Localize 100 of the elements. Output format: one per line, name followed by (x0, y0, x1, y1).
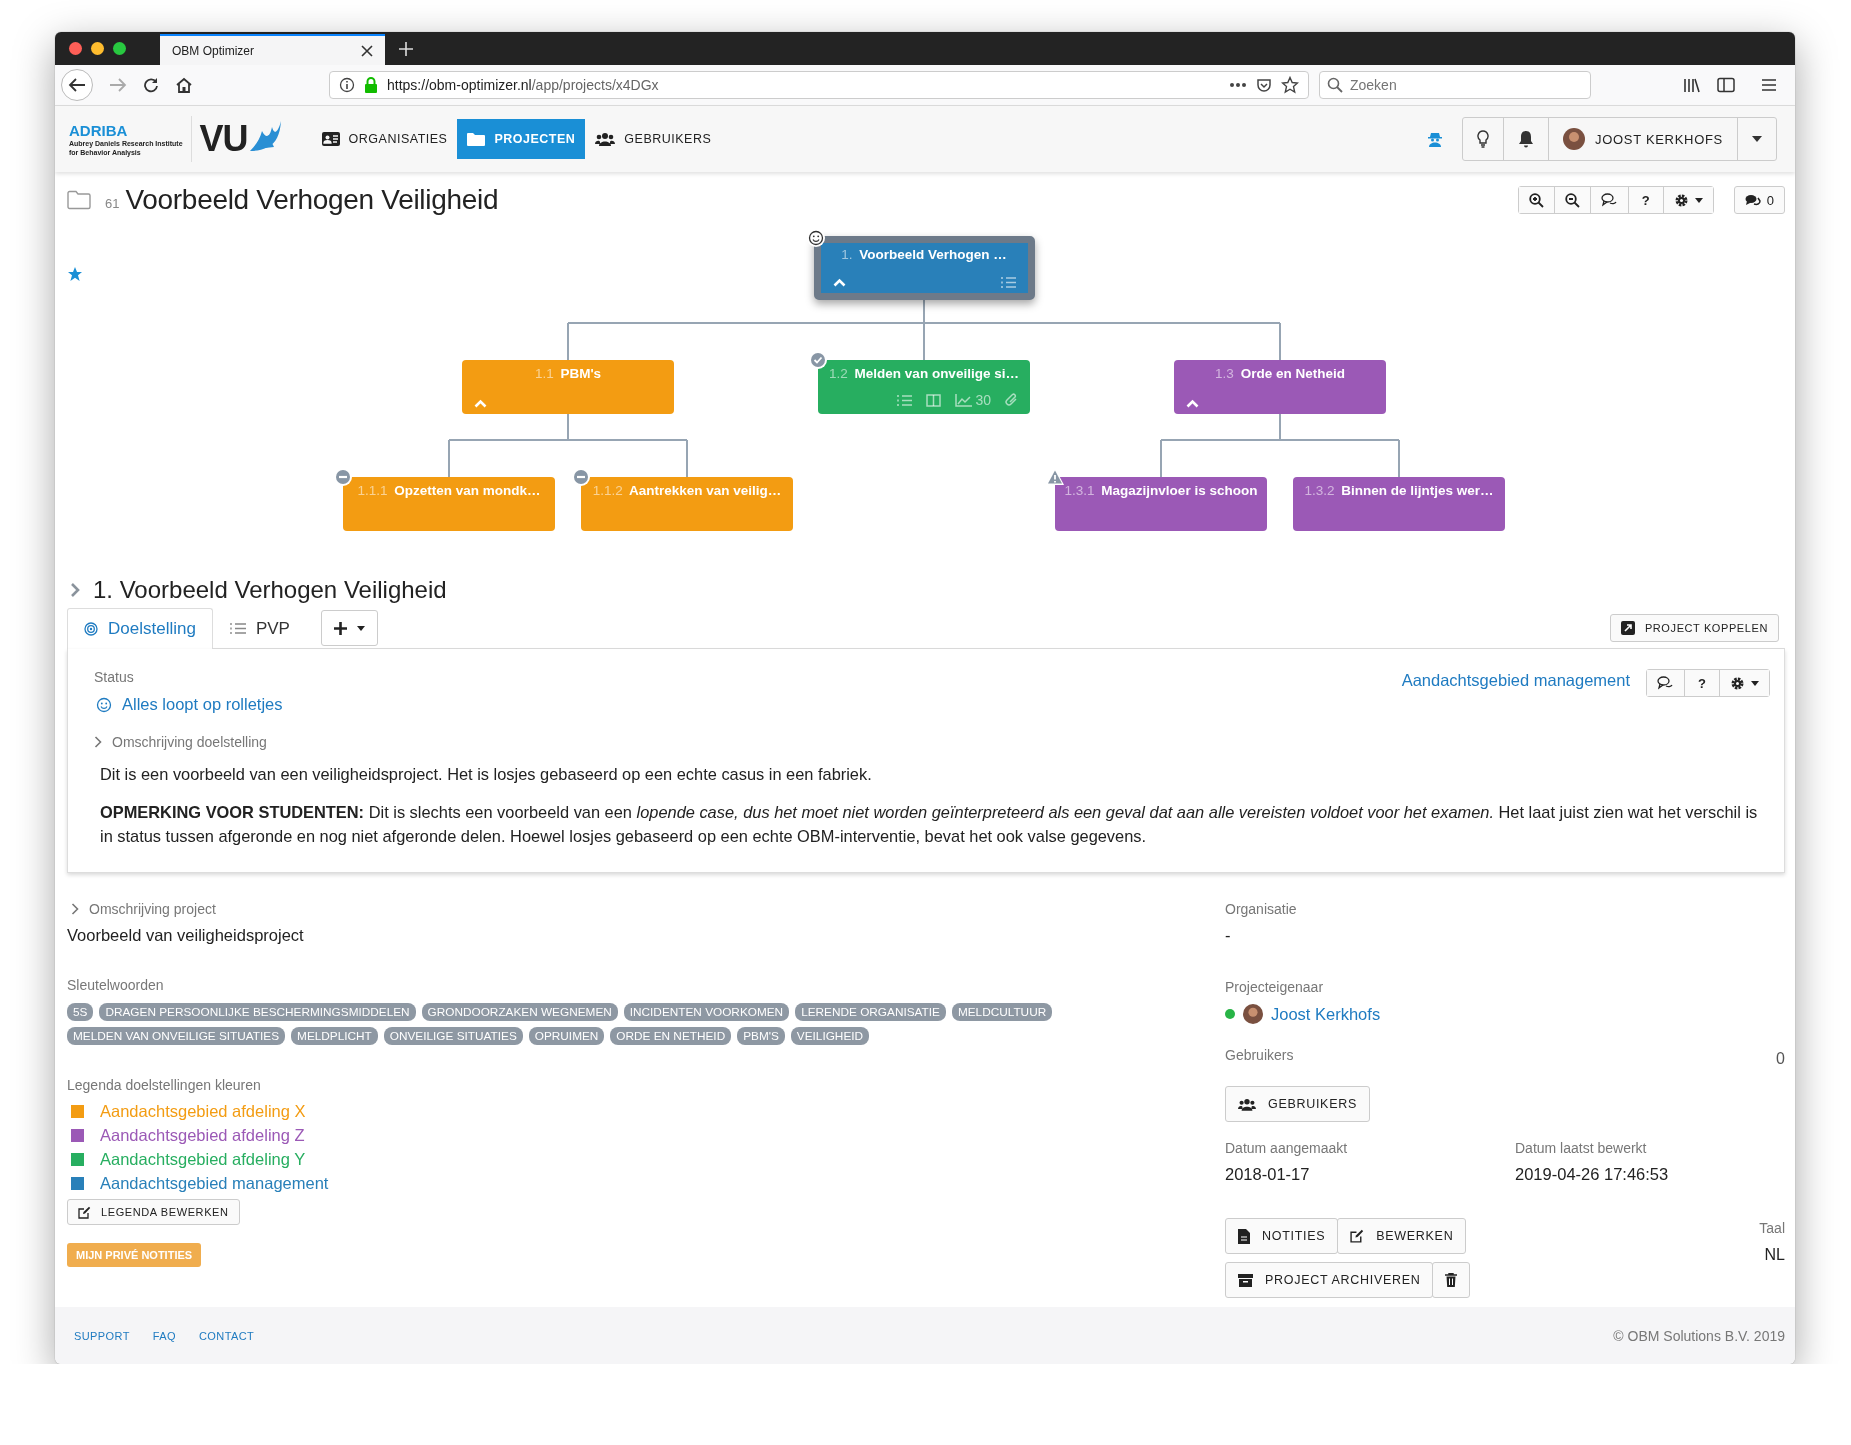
zoom-in-button[interactable] (1518, 187, 1554, 213)
avatar (1243, 1004, 1263, 1024)
edit-legend-button[interactable]: LEGENDA BEWERKEN (67, 1199, 240, 1225)
paperclip-icon[interactable] (1005, 393, 1018, 407)
more-icon[interactable] (1229, 82, 1247, 88)
caret-icon (1752, 136, 1762, 142)
node-title: 1.3.1 Magazijnvloer is schoon (1063, 483, 1259, 498)
goal-node[interactable]: 1.3.2 Binnen de lijntjes wer… (1293, 477, 1505, 531)
expand-icon[interactable] (69, 582, 81, 598)
library-icon[interactable] (1683, 77, 1701, 93)
goal-heading: 1. Voorbeeld Verhogen Veiligheid (93, 576, 447, 604)
reload-icon[interactable] (143, 77, 159, 93)
node-title: 1.2 Melden van onveilige si… (828, 366, 1020, 381)
list-icon[interactable] (1000, 276, 1016, 289)
comments-button[interactable] (1589, 187, 1628, 213)
settings-dropdown-button[interactable] (1719, 670, 1769, 696)
goal-node[interactable]: 1. Voorbeeld Verhogen … (813, 236, 1035, 300)
node-title: 1.1.1 Opzetten van mondk… (356, 483, 542, 498)
footer-link[interactable]: SUPPORT (74, 1329, 130, 1342)
settings-dropdown-button[interactable] (1662, 187, 1713, 213)
add-dropdown-button[interactable] (320, 610, 378, 646)
goal-node[interactable]: 1.3 Orde en Netheid (1174, 360, 1386, 414)
search-field[interactable]: Zoeken (1319, 71, 1591, 99)
project-number: 61 (105, 195, 120, 211)
minimize-light[interactable] (91, 42, 104, 55)
brand-name: ADRIBA (69, 121, 129, 139)
tab[interactable]: PVP (212, 608, 307, 648)
back-button[interactable] (61, 69, 93, 101)
goal-node[interactable]: 1.3.1 Magazijnvloer is schoon (1055, 477, 1267, 531)
smiley-icon (96, 696, 112, 713)
delete-button[interactable] (1432, 1262, 1471, 1298)
goal-node[interactable]: 1.2 Melden van onveilige si… 30 (818, 360, 1030, 414)
info-icon[interactable] (339, 77, 355, 93)
lock-icon[interactable] (364, 77, 378, 93)
link-project-button[interactable]: PROJECT KOPPELEN (1609, 614, 1779, 642)
sidebar-icon[interactable] (1717, 77, 1735, 93)
plus-icon[interactable] (399, 42, 413, 56)
users-icon (1238, 1097, 1256, 1111)
focus-area-link[interactable]: Aandachtsgebied management (1401, 671, 1631, 690)
browser-tab[interactable]: OBM Optimizer (160, 34, 385, 65)
status-label: Status (94, 669, 135, 685)
node-title: 1.1.2 Aantrekken van veilig… (591, 483, 783, 498)
comments-button[interactable] (1647, 670, 1685, 696)
star-icon[interactable] (67, 266, 83, 282)
close-icon[interactable] (361, 44, 373, 57)
nav-item[interactable]: ORGANISATIES (311, 119, 458, 159)
nav-item[interactable]: PROJECTEN (457, 119, 586, 159)
chevron-right-icon[interactable] (94, 736, 102, 748)
zoom-out-icon (1564, 192, 1580, 208)
back-arrow-icon (68, 77, 86, 93)
collapse-icon[interactable] (1186, 399, 1199, 408)
comments-icon (1657, 676, 1675, 690)
maximize-light[interactable] (113, 42, 126, 55)
keyword-tag: MELDCULTUUR (951, 1003, 1053, 1021)
keyword-tag: LERENDE ORGANISATIE (795, 1003, 946, 1021)
edited-label: Datum laatst bewerkt (1515, 1140, 1648, 1156)
project-title: Voorbeeld Verhogen Veiligheid (125, 184, 499, 216)
users-button[interactable]: GEBRUIKERS (1225, 1086, 1370, 1122)
archive-project-button[interactable]: PROJECT ARCHIVEREN (1225, 1262, 1434, 1298)
node-title: 1.3 Orde en Netheid (1214, 366, 1346, 381)
folder-icon (467, 132, 486, 146)
document-icon (1238, 1228, 1250, 1244)
legend-label: Aandachtsgebied afdeling X (100, 1102, 306, 1121)
owner-link[interactable]: Joost Kerkhofs (1271, 1004, 1381, 1024)
footer-link[interactable]: CONTACT (199, 1329, 255, 1342)
id-card-icon (321, 132, 340, 146)
language-value: NL (1763, 1246, 1785, 1264)
organisation-label: Organisatie (1225, 901, 1298, 917)
keyword-tag: INCIDENTEN VOORKOMEN (623, 1003, 790, 1021)
chevron-right-icon[interactable] (71, 903, 79, 915)
edit-button[interactable]: BEWERKEN (1337, 1218, 1467, 1254)
close-light[interactable] (69, 42, 82, 55)
archive-box-icon (1238, 1273, 1253, 1287)
help-button[interactable]: ? (1684, 670, 1719, 696)
logo-text: VU (199, 118, 248, 160)
users-count: 0 (1776, 1050, 1785, 1068)
notes-button[interactable]: NOTITIES (1225, 1218, 1339, 1254)
nav-item[interactable]: GEBRUIKERS (585, 119, 722, 159)
tab[interactable]: Doelstelling (67, 608, 213, 649)
settings-icon (1730, 675, 1745, 691)
legend-label: Legenda doelstellingen kleuren (67, 1077, 262, 1093)
help-button[interactable]: ? (1627, 187, 1663, 213)
collapse-icon[interactable] (832, 278, 846, 287)
comment-count-button[interactable]: 0 (1733, 186, 1785, 214)
menu-icon[interactable] (1761, 78, 1777, 92)
home-icon[interactable] (175, 77, 193, 93)
node-title: 1. Voorbeeld Verhogen … (840, 247, 1008, 262)
zoom-out-button[interactable] (1553, 187, 1590, 213)
comments-icon (1600, 193, 1618, 207)
address-field[interactable]: https://obm-optimizer.nl/app/projects/x4DGx (329, 71, 1309, 99)
caret-icon (1751, 680, 1759, 686)
users-label: Gebruikers (1225, 1047, 1294, 1063)
pocket-icon[interactable] (1256, 77, 1272, 93)
spy-icon[interactable] (1427, 131, 1442, 147)
footer-link[interactable]: FAQ (152, 1329, 176, 1342)
keyword-tag: GRONDOORZAKEN WEGNEMEN (421, 1003, 618, 1021)
star-icon[interactable] (1281, 76, 1299, 94)
project-description: Voorbeeld van veiligheidsproject (67, 926, 305, 945)
legend-label: Aandachtsgebied afdeling Z (100, 1126, 305, 1145)
keyword-tag: 5S (67, 1003, 94, 1021)
